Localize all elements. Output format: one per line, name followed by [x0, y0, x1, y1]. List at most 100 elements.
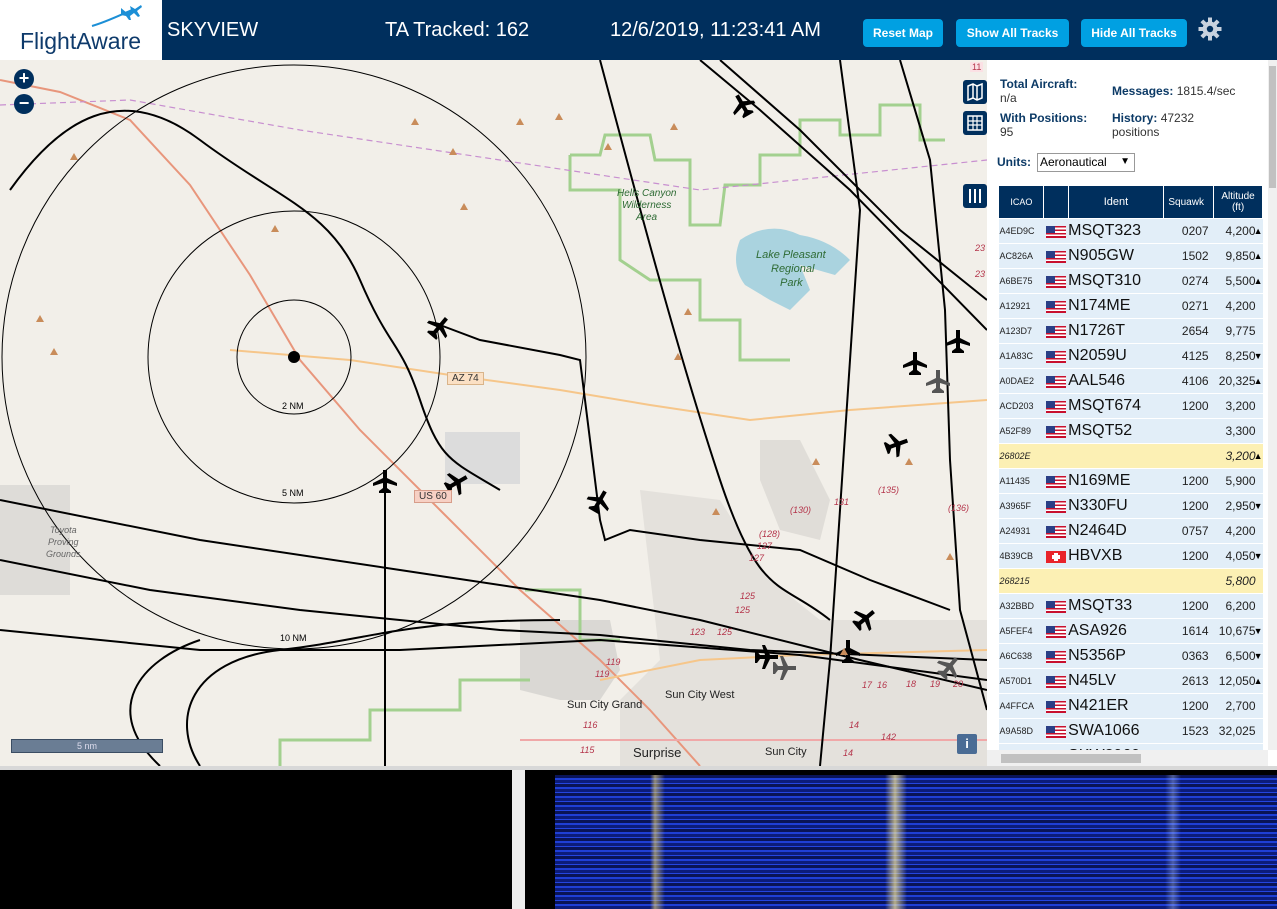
- table-row[interactable]: ACD203 MSQT674 1200 3,200: [998, 393, 1263, 419]
- map-grid-button[interactable]: [963, 111, 987, 135]
- altitude-value: 2,950: [1225, 499, 1256, 513]
- table-row[interactable]: A24931 N2464D 0757 4,200: [998, 518, 1263, 544]
- map-icon: [967, 82, 983, 102]
- table-row[interactable]: A12921 N174ME 0271 4,200: [998, 293, 1263, 319]
- place-label: Area: [636, 212, 658, 223]
- climbing-arrow-icon: ▲: [1253, 276, 1263, 286]
- table-row[interactable]: A570D1 N45LV 2613 12,050 ▲: [998, 668, 1263, 694]
- show-all-tracks-button[interactable]: Show All Tracks: [956, 19, 1069, 47]
- flightaware-logo[interactable]: FlightAware: [0, 0, 162, 60]
- range-ring-label: 10 NM: [280, 633, 307, 643]
- positions-value: 95: [1000, 125, 1014, 139]
- altitude-cell: 10,675 ▼: [1213, 618, 1263, 644]
- column-header-icao[interactable]: ICAO: [998, 185, 1044, 219]
- icao-cell: A123D7: [998, 318, 1044, 344]
- route-number: (136): [948, 503, 970, 513]
- scrollbar-thumb[interactable]: [1001, 754, 1141, 763]
- flag-cell: [1043, 243, 1069, 269]
- squawk-cell: 0757: [1163, 518, 1214, 544]
- spectrum-waterfall: [555, 775, 1277, 909]
- altitude-cell: 2,700: [1213, 693, 1263, 719]
- ident-cell: N45LV: [1068, 668, 1164, 694]
- us-flag-icon: [1045, 400, 1066, 413]
- altitude-value: 2,700: [1225, 699, 1256, 713]
- table-row[interactable]: A11435 N169ME 1200 5,900: [998, 468, 1263, 494]
- table-row[interactable]: A5FEF4 ASA926 1614 10,675 ▼: [998, 618, 1263, 644]
- column-header-squawk[interactable]: Squawk: [1163, 185, 1215, 219]
- us-flag-icon: [1045, 475, 1066, 488]
- altitude-cell: 9,775: [1213, 318, 1263, 344]
- table-row[interactable]: A4ED9C MSQT323 0207 4,200 ▲: [998, 218, 1263, 244]
- table-row[interactable]: A52F89 MSQT52 3,300: [998, 418, 1263, 444]
- datetime-clock: 12/6/2019, 11:23:41 AM: [610, 19, 821, 41]
- flag-cell: [1043, 593, 1069, 619]
- place-label: Sun City Grand: [567, 699, 643, 711]
- route-number: 127: [757, 541, 773, 551]
- icao-cell: A0DAE2: [998, 368, 1044, 394]
- table-row[interactable]: A6C638 N5356P 0363 6,500 ▼: [998, 643, 1263, 669]
- climbing-arrow-icon: ▲: [1253, 226, 1263, 236]
- table-row[interactable]: AC826A N905GW 1502 9,850 ▲: [998, 243, 1263, 269]
- altitude-value: 5,800: [1225, 574, 1256, 588]
- aircraft-icon[interactable]: [946, 330, 970, 353]
- icao-cell: A6BE75: [998, 268, 1044, 294]
- place-label: Grounds: [46, 549, 81, 559]
- hide-all-tracks-button[interactable]: Hide All Tracks: [1081, 19, 1187, 47]
- map-view[interactable]: 2 NM 5 NM 10 NM Hells Canyon Wilderness …: [0, 60, 987, 766]
- units-select[interactable]: Aeronautical ▼: [1037, 153, 1135, 172]
- table-row[interactable]: A3965F N330FU 1200 2,950 ▼: [998, 493, 1263, 519]
- positions-label: With Positions:: [1000, 111, 1088, 125]
- panel-horizontal-scrollbar[interactable]: [987, 750, 1268, 766]
- wilderness-boundary: [278, 678, 530, 766]
- messages-stat: Messages: 1815.4/sec: [1112, 84, 1235, 98]
- aircraft-icon[interactable]: [373, 470, 397, 493]
- table-row[interactable]: A6BE75 MSQT310 0274 5,500 ▲: [998, 268, 1263, 294]
- route-number: 17: [862, 680, 873, 690]
- place-label: Wilderness: [622, 200, 672, 211]
- table-row[interactable]: A1A83C N2059U 4125 8,250 ▼: [998, 343, 1263, 369]
- table-row[interactable]: 4B39CB HBVXB 1200 4,050 ▼: [998, 543, 1263, 569]
- squawk-cell: 1523: [1163, 718, 1214, 744]
- altitude-value: 9,850: [1225, 249, 1256, 263]
- icao-cell: A32BBD: [998, 593, 1044, 619]
- column-header-ident[interactable]: Ident: [1067, 185, 1165, 219]
- route-number: 14: [843, 748, 854, 758]
- aircraft-icon[interactable]: [583, 485, 615, 517]
- ident-cell: N169ME: [1068, 468, 1164, 494]
- table-row[interactable]: A9A58D SWA1066 1523 32,025: [998, 718, 1263, 744]
- route-number: 18: [906, 679, 917, 689]
- scrollbar-thumb[interactable]: [1269, 66, 1276, 188]
- us-flag-icon: [1045, 700, 1066, 713]
- aircraft-icon[interactable]: [882, 429, 912, 459]
- zoom-out-button[interactable]: −: [14, 94, 34, 114]
- top-bar: FlightAware SKYVIEW TA Tracked: 162 12/6…: [0, 0, 1277, 60]
- panel-divider[interactable]: [512, 770, 525, 909]
- squawk-cell: 1502: [1163, 243, 1214, 269]
- column-toggle-button[interactable]: [963, 184, 987, 208]
- info-button[interactable]: i: [957, 734, 977, 754]
- aircraft-icon[interactable]: [903, 352, 927, 375]
- flag-cell: [1043, 443, 1069, 469]
- column-header-altitude[interactable]: Altitude (ft): [1213, 185, 1263, 219]
- table-row[interactable]: A32BBD MSQT33 1200 6,200: [998, 593, 1263, 619]
- route-number: (130): [790, 505, 812, 515]
- table-row[interactable]: A4FFCA N421ER 1200 2,700: [998, 693, 1263, 719]
- icao-cell: 268215: [998, 568, 1044, 594]
- squawk-cell: 2613: [1163, 668, 1214, 694]
- table-row[interactable]: 268215 5,800: [998, 568, 1263, 594]
- reset-map-button[interactable]: Reset Map: [863, 19, 943, 47]
- table-row[interactable]: 26802E 3,200 ▲: [998, 443, 1263, 469]
- table-row[interactable]: A123D7 N1726T 2654 9,775: [998, 318, 1263, 344]
- place-label: Toyota: [50, 525, 77, 535]
- total-aircraft-label: Total Aircraft:: [1000, 77, 1078, 91]
- column-header-flag[interactable]: [1042, 185, 1069, 219]
- aircraft-tracks: [0, 60, 987, 766]
- map-layers-button[interactable]: [963, 80, 987, 104]
- altitude-cell: 12,050 ▲: [1213, 668, 1263, 694]
- gear-icon[interactable]: [1197, 16, 1223, 42]
- table-row[interactable]: A0DAE2 AAL546 4106 20,325 ▲: [998, 368, 1263, 394]
- panel-vertical-scrollbar[interactable]: [1268, 60, 1277, 750]
- flag-cell: [1043, 643, 1069, 669]
- units-selected-value: Aeronautical: [1040, 155, 1107, 169]
- zoom-in-button[interactable]: +: [14, 69, 34, 89]
